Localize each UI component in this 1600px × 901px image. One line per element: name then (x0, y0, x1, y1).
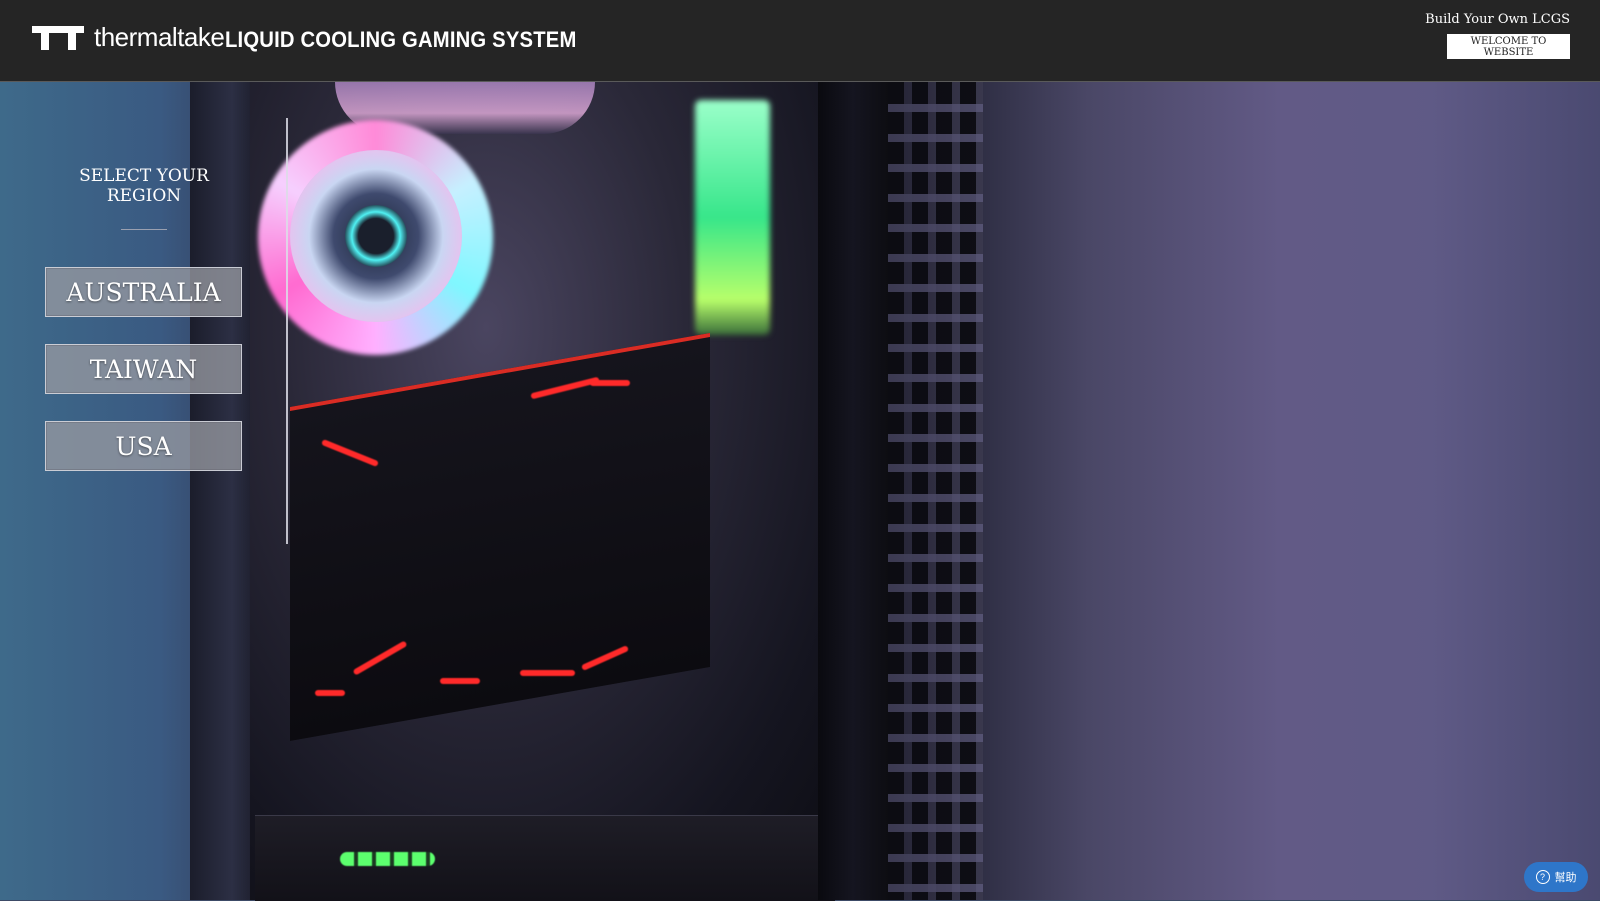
question-circle-icon: ? (1535, 870, 1550, 884)
build-your-own-label: Build Your Own LCGS (1425, 12, 1570, 27)
thermaltake-logo-icon (32, 26, 84, 50)
brand-logo[interactable]: thermaltake (30, 18, 225, 52)
heading-divider (121, 229, 167, 230)
red-led-strip (520, 670, 575, 676)
welcome-to-website-button[interactable]: WELCOME TO WEBSITE (1447, 34, 1570, 59)
green-reservoir (695, 100, 770, 335)
help-button[interactable]: ? 幫助 (1524, 862, 1588, 892)
case-divider (818, 82, 888, 900)
red-led-strip (590, 380, 630, 386)
fan-hub (345, 205, 407, 267)
help-label: 幫助 (1554, 872, 1577, 884)
page-title: LIQUID COOLING GAMING SYSTEM (225, 27, 577, 52)
site-header: thermaltake LIQUID COOLING GAMING SYSTEM… (0, 0, 1600, 82)
region-button-usa[interactable]: USA (45, 421, 242, 471)
region-button-taiwan[interactable]: TAIWAN (45, 344, 242, 394)
red-led-strip (315, 690, 345, 696)
red-led-strip (440, 678, 480, 684)
region-button-australia[interactable]: AUSTRALIA (45, 267, 242, 317)
vent-panel (888, 82, 983, 900)
psu-led (340, 852, 435, 866)
brand-name: thermaltake (94, 22, 225, 52)
vertical-divider (286, 118, 288, 544)
wall-shade (1430, 82, 1600, 900)
region-heading: SELECT YOUR REGION (79, 166, 209, 206)
